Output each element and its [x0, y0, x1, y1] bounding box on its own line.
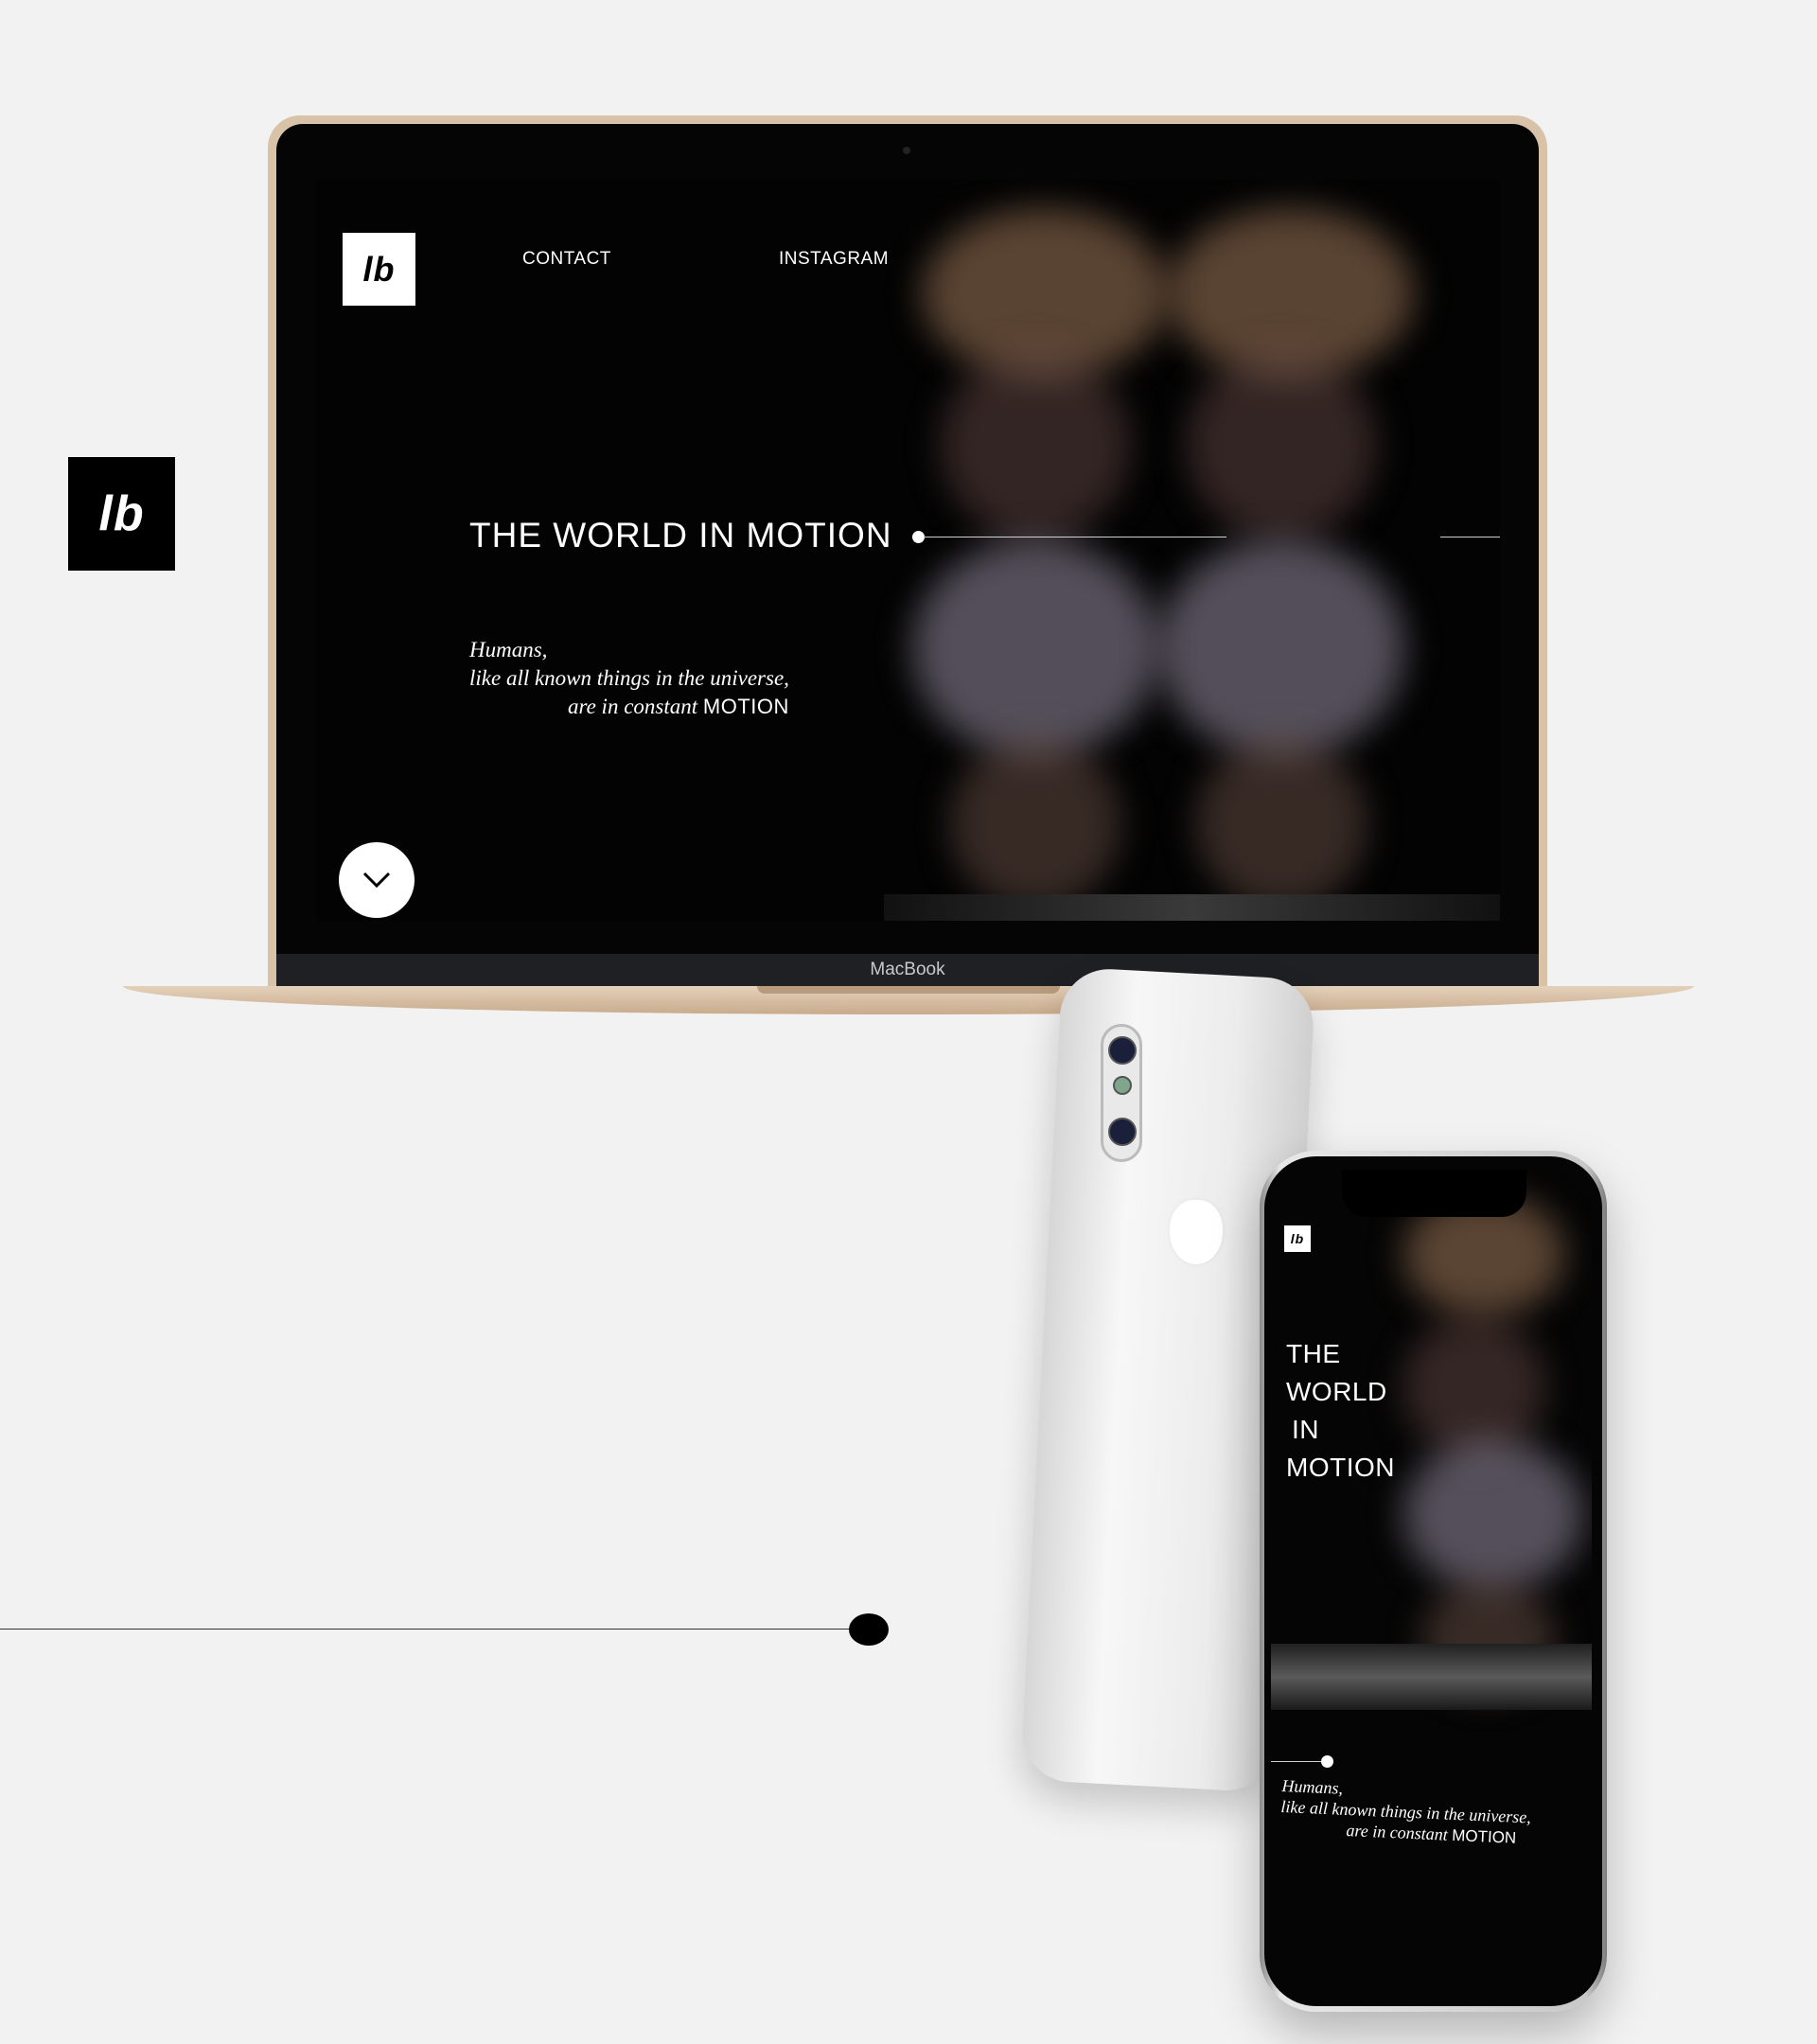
phone-notch: [1342, 1170, 1526, 1217]
phone-screen: lb THE WORLD IN MOTION Humans, like all …: [1271, 1174, 1592, 1990]
macbook-screen: lb CONTACT INSTAGRAM THE WORLD IN MOTION…: [316, 180, 1500, 921]
macbook-camera: [903, 147, 910, 154]
quote-line-3-italic: are in constant: [568, 695, 698, 718]
quote-line-3: are in constant MOTION: [469, 693, 789, 721]
decorative-line: [0, 1629, 861, 1630]
phone-quote-line-3-italic: are in constant: [1346, 1821, 1449, 1844]
phone-dancer-image: [1385, 1174, 1592, 1704]
screen-logo-text: lb: [362, 249, 396, 289]
hero-quote: Humans, like all known things in the uni…: [469, 636, 789, 721]
flash-icon: [1113, 1076, 1132, 1095]
quote-line-1: Humans,: [469, 638, 548, 661]
phone-logo[interactable]: lb: [1284, 1225, 1311, 1252]
macbook-label: MacBook: [870, 960, 945, 979]
scroll-down-button[interactable]: [339, 842, 415, 918]
phone-title-line-3: IN: [1292, 1415, 1319, 1444]
phone-hero-title: THE WORLD IN MOTION: [1286, 1335, 1395, 1487]
apple-logo-icon: [1170, 1200, 1223, 1264]
phone-logo-text: lb: [1290, 1231, 1305, 1246]
nav-contact-link[interactable]: CONTACT: [522, 249, 611, 270]
macbook-hinge-notch: [757, 986, 1060, 994]
phone-stage-floor: [1271, 1644, 1592, 1710]
camera-pod: [1101, 1024, 1142, 1162]
quote-line-2: like all known things in the universe,: [469, 666, 789, 690]
side-logo-text: lb: [98, 486, 145, 541]
camera-lens-icon: [1108, 1118, 1137, 1146]
phone-quote-line-3-caps: MOTION: [1451, 1825, 1517, 1847]
nav-instagram-link[interactable]: INSTAGRAM: [779, 249, 889, 270]
phone-quote: Humans, like all known things in the uni…: [1279, 1775, 1532, 1849]
phone-title-line-2: WORLD: [1286, 1377, 1387, 1406]
side-logo: lb: [68, 457, 175, 571]
screen-logo[interactable]: lb: [343, 233, 415, 306]
chevron-down-icon: [362, 872, 391, 889]
decorative-dot: [849, 1613, 889, 1646]
hero-title: THE WORLD IN MOTION: [469, 516, 892, 555]
phone-hero-dot: [1321, 1755, 1333, 1768]
camera-lens-icon: [1108, 1036, 1137, 1065]
quote-line-3-caps: MOTION: [702, 695, 789, 718]
phone-hero-line: [1271, 1761, 1324, 1762]
dancer-image: [884, 180, 1500, 921]
phone-title-line-1: THE: [1286, 1339, 1341, 1368]
macbook-chin: MacBook: [276, 954, 1539, 986]
phone-title-line-4: MOTION: [1286, 1453, 1395, 1482]
